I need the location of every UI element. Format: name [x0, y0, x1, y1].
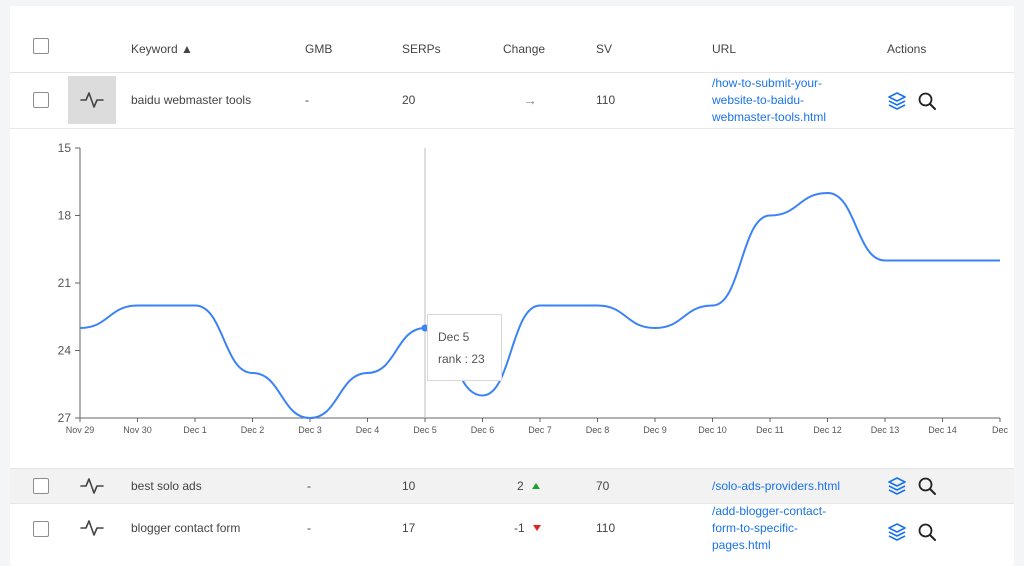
- sparkline-icon: [80, 92, 104, 108]
- y-tick-label: 27: [58, 411, 72, 425]
- actions-cell: [887, 476, 937, 496]
- layers-icon[interactable]: [887, 476, 907, 496]
- search-icon[interactable]: [917, 476, 937, 496]
- url-cell: /add-blogger-contact- form-to-specific- …: [712, 503, 826, 553]
- change-up-icon: [531, 483, 540, 489]
- sv-cell: 70: [596, 479, 610, 493]
- x-tick-label: Dec 7: [528, 425, 552, 435]
- chart-tooltip: Dec 5 rank : 23: [427, 314, 502, 381]
- x-tick-label: Dec 10: [698, 425, 727, 435]
- table-row: blogger contact form - 17 -1 110 /add-bl…: [10, 503, 1014, 553]
- column-gmb[interactable]: GMB: [305, 26, 332, 72]
- x-tick-label: Dec 1: [183, 425, 207, 435]
- serps-cell: 20: [402, 93, 416, 107]
- change-value: 2: [517, 479, 524, 493]
- column-serps[interactable]: SERPs: [402, 26, 441, 72]
- change-value: →: [523, 92, 537, 108]
- search-icon[interactable]: [917, 522, 937, 542]
- sparkline-icon: [80, 520, 104, 536]
- rank-series-line: [79, 191, 1000, 420]
- sv-cell: 110: [596, 93, 616, 107]
- sparkline-icon: [80, 478, 104, 494]
- change-value: -1: [514, 521, 525, 535]
- tooltip-date: Dec 5: [438, 330, 470, 344]
- column-keyword[interactable]: Keyword ▲: [131, 26, 193, 72]
- gmb-cell: -: [307, 479, 311, 493]
- table-row: baidu webmaster tools - 20 → 110 /how-to…: [10, 72, 1014, 129]
- x-tick-label: Dec 5: [413, 425, 437, 435]
- search-icon[interactable]: [917, 91, 937, 111]
- x-tick-label: Dec 3: [298, 425, 322, 435]
- gmb-cell: -: [305, 93, 309, 107]
- url-cell: /how-to-submit-your- website-to-baidu- w…: [712, 72, 826, 128]
- y-tick-label: 18: [58, 209, 72, 223]
- url-link[interactable]: /solo-ads-providers.html: [712, 478, 840, 495]
- url-cell: /solo-ads-providers.html: [712, 469, 840, 503]
- tooltip-rank: rank : 23: [438, 352, 485, 366]
- change-cell: →: [523, 72, 537, 128]
- table-header: Keyword ▲ GMB SERPs Change SV URL Action…: [10, 26, 1014, 73]
- sparkline-toggle[interactable]: [80, 475, 104, 497]
- x-tick-label: Dec 9: [643, 425, 667, 435]
- url-link[interactable]: /add-blogger-contact- form-to-specific- …: [712, 503, 826, 554]
- y-tick-label: 15: [58, 141, 72, 155]
- row-checkbox[interactable]: [33, 521, 49, 537]
- column-sv[interactable]: SV: [596, 26, 612, 72]
- y-tick-label: 21: [58, 276, 72, 290]
- serps-cell: 10: [402, 479, 416, 493]
- x-tick-label: Dec 13: [871, 425, 900, 435]
- sparkline-toggle[interactable]: [80, 517, 104, 539]
- x-tick-label: Dec 6: [471, 425, 495, 435]
- x-tick-label: Dec 14: [928, 425, 957, 435]
- x-tick-label: Dec 2: [241, 425, 265, 435]
- x-tick-label: Dec: [992, 425, 1009, 435]
- x-tick-label: Dec 11: [756, 425, 784, 435]
- layers-icon[interactable]: [887, 522, 907, 542]
- url-link[interactable]: /how-to-submit-your- website-to-baidu- w…: [712, 75, 826, 126]
- keyword-cell: baidu webmaster tools: [131, 93, 252, 107]
- url-line: /add-blogger-contact-: [712, 503, 827, 518]
- serps-cell: 17: [402, 521, 416, 535]
- column-change[interactable]: Change: [503, 26, 545, 72]
- y-tick-label: 24: [58, 344, 72, 358]
- sparkline-toggle[interactable]: [68, 76, 116, 124]
- x-tick-label: Dec 4: [356, 425, 380, 435]
- x-tick-label: Nov 30: [123, 425, 152, 435]
- url-line: form-to-specific-: [712, 520, 799, 535]
- x-tick-label: Dec 12: [813, 425, 842, 435]
- url-line: /solo-ads-providers.html: [712, 478, 841, 493]
- change-cell: 2: [517, 469, 540, 503]
- url-line: website-to-baidu-: [712, 92, 805, 107]
- sv-cell: 110: [596, 521, 616, 535]
- x-tick-label: Nov 29: [66, 425, 95, 435]
- url-line: webmaster-tools.html: [712, 109, 827, 124]
- x-tick-label: Dec 8: [586, 425, 610, 435]
- column-actions: Actions: [887, 42, 927, 56]
- change-down-icon: [532, 525, 541, 531]
- keyword-cell: blogger contact form: [131, 521, 241, 535]
- url-line: /how-to-submit-your-: [712, 75, 823, 90]
- rank-history-chart: 15 18 21 24 27Nov 29 Nov 30 Dec 1 Dec 2 Dec 3 Dec…: [58, 141, 1009, 435]
- layers-icon[interactable]: [887, 91, 907, 111]
- change-cell: -1: [514, 503, 541, 553]
- actions-cell: [887, 91, 937, 111]
- actions-cell: [887, 522, 937, 542]
- gmb-cell: -: [307, 521, 311, 535]
- select-all-checkbox[interactable]: [33, 38, 49, 54]
- row-checkbox[interactable]: [33, 92, 49, 108]
- row-checkbox[interactable]: [33, 478, 49, 494]
- table-row: best solo ads - 10 2 70 /solo-ads-provid…: [10, 468, 1014, 504]
- keyword-cell: best solo ads: [131, 479, 202, 493]
- url-line: pages.html: [712, 537, 771, 552]
- column-url[interactable]: URL: [712, 26, 736, 72]
